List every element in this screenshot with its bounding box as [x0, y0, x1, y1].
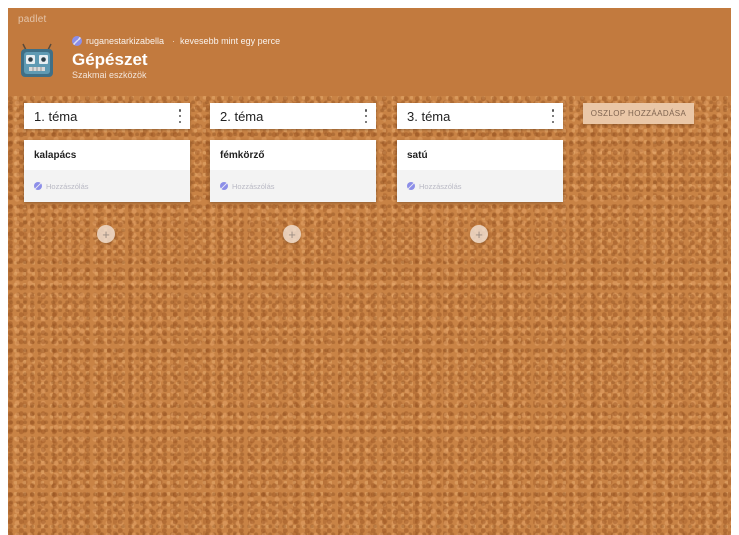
comment-area[interactable]: Hozzászólás	[24, 170, 190, 202]
board-header: padlet ruganestarkizabella · kevesebb mi…	[8, 8, 731, 96]
column-header: 3. téma	[397, 103, 563, 129]
add-post-button[interactable]: +	[470, 225, 488, 243]
kebab-menu-icon[interactable]	[549, 109, 557, 123]
add-column-button[interactable]: OSZLOP HOZZÁADÁSA	[583, 103, 694, 124]
add-post-button[interactable]: +	[97, 225, 115, 243]
last-edited-time: kevesebb mint egy perce	[180, 36, 281, 46]
comment-placeholder: Hozzászólás	[419, 181, 462, 191]
user-avatar-icon	[72, 36, 82, 46]
comment-area[interactable]: Hozzászólás	[397, 170, 563, 202]
board-title[interactable]: Gépészet	[72, 50, 148, 70]
user-avatar-icon	[220, 182, 228, 190]
column-header: 2. téma	[210, 103, 376, 129]
user-avatar-icon	[407, 182, 415, 190]
robot-icon[interactable]	[20, 42, 54, 78]
cork-board: 1. téma kalapács Hozzászólás + 2. téma f…	[8, 96, 731, 535]
author-name[interactable]: ruganestarkizabella	[86, 36, 164, 46]
padlet-app: padlet ruganestarkizabella · kevesebb mi…	[8, 8, 731, 535]
column-header: 1. téma	[24, 103, 190, 129]
kebab-menu-icon[interactable]	[176, 109, 184, 123]
column-2: 2. téma fémkörző Hozzászólás +	[210, 103, 376, 243]
column-1: 1. téma kalapács Hozzászólás +	[24, 103, 190, 243]
post-title: satú	[407, 150, 428, 161]
post-title: fémkörző	[220, 150, 265, 161]
user-avatar-icon	[34, 182, 42, 190]
column-3: 3. téma satú Hozzászólás +	[397, 103, 563, 243]
add-post-button[interactable]: +	[283, 225, 301, 243]
column-title[interactable]: 1. téma	[34, 109, 77, 124]
post-title: kalapács	[34, 150, 77, 161]
post-card[interactable]: kalapács Hozzászólás	[24, 140, 190, 202]
post-card[interactable]: satú Hozzászólás	[397, 140, 563, 202]
padlet-logo[interactable]: padlet	[18, 14, 46, 25]
comment-placeholder: Hozzászólás	[46, 181, 89, 191]
comment-area[interactable]: Hozzászólás	[210, 170, 376, 202]
meta-separator: ·	[172, 36, 176, 46]
kebab-menu-icon[interactable]	[362, 109, 370, 123]
comment-placeholder: Hozzászólás	[232, 181, 275, 191]
post-card[interactable]: fémkörző Hozzászólás	[210, 140, 376, 202]
board-meta: ruganestarkizabella · kevesebb mint egy …	[72, 36, 280, 46]
board-subtitle[interactable]: Szakmai eszközök	[72, 70, 147, 80]
column-title[interactable]: 3. téma	[407, 109, 450, 124]
column-title[interactable]: 2. téma	[220, 109, 263, 124]
